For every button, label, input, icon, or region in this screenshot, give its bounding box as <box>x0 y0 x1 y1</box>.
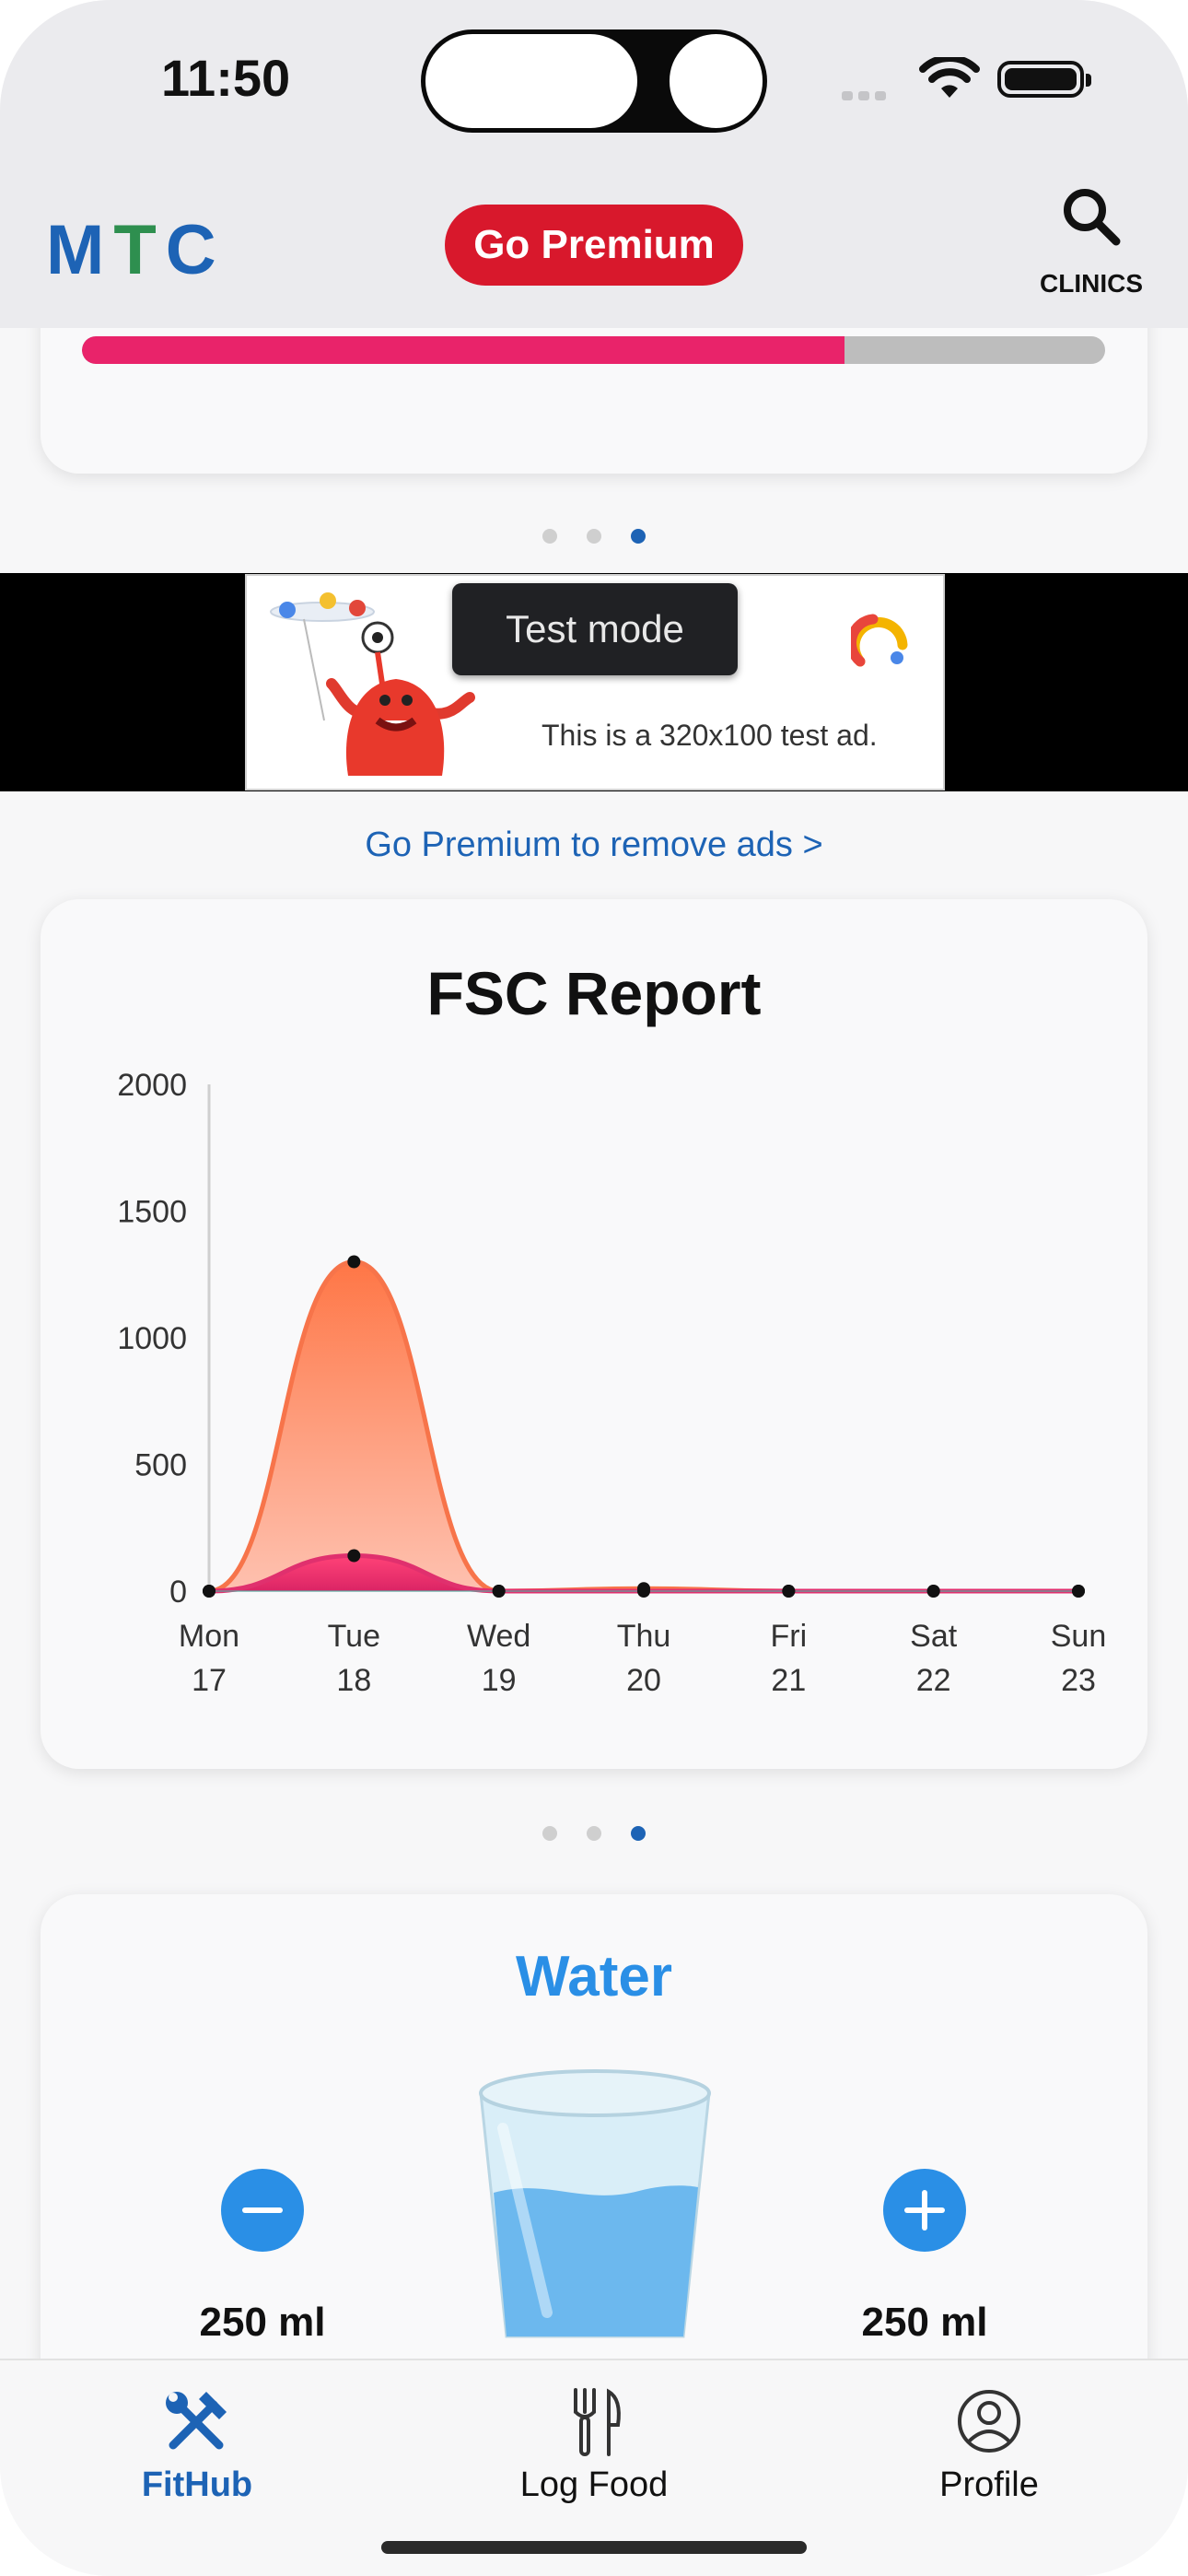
cellular-signal-icon <box>842 88 904 100</box>
increase-water-button[interactable] <box>883 2169 966 2252</box>
tab-fithub[interactable]: FitHub <box>68 2360 326 2545</box>
ad-network-logo-icon <box>851 614 908 667</box>
app-logo: MTC <box>46 211 226 289</box>
tab-profile-label: Profile <box>939 2465 1039 2504</box>
tab-log-food-label: Log Food <box>519 2465 669 2504</box>
status-time: 11:50 <box>161 49 291 107</box>
x-tick-date: 19 <box>482 1663 517 1698</box>
x-tick-day: Thu <box>617 1619 671 1654</box>
tab-profile[interactable]: Profile <box>860 2360 1118 2545</box>
fsc-chart: 2000 1500 1000 500 0 Mon 17 Tue 18 Wed 19 Thu 20 Fri 2… <box>117 1068 1107 1698</box>
y-tick-label: 500 <box>134 1448 187 1483</box>
carousel-dots <box>0 529 1188 548</box>
decrease-water-button[interactable] <box>221 2169 304 2252</box>
carousel-dot-active[interactable] <box>631 529 646 544</box>
carousel-dot[interactable] <box>542 1826 557 1841</box>
tab-fithub-label: FitHub <box>141 2465 253 2504</box>
progress-bar <box>82 336 1105 364</box>
y-tick-label: 1000 <box>117 1321 187 1356</box>
y-tick-label: 2000 <box>117 1068 187 1103</box>
island-left-pill <box>425 34 637 128</box>
water-glass-icon <box>479 2069 711 2338</box>
x-tick-day: Tue <box>328 1619 380 1654</box>
progress-bar-fill <box>82 336 844 364</box>
wifi-icon <box>919 57 980 98</box>
data-point <box>347 1549 361 1563</box>
data-point <box>926 1585 940 1598</box>
profile-icon <box>958 2390 1020 2453</box>
water-title: Water <box>516 1945 672 2008</box>
x-tick-date: 23 <box>1061 1663 1096 1698</box>
remove-ads-link[interactable]: Go Premium to remove ads > <box>0 825 1188 865</box>
dynamic-island <box>421 29 767 133</box>
x-tick-day: Wed <box>467 1619 530 1654</box>
data-point <box>782 1585 796 1598</box>
data-point <box>492 1585 506 1598</box>
y-tick-label: 0 <box>169 1575 187 1610</box>
tab-log-food[interactable]: Log Food <box>465 2360 723 2545</box>
data-point <box>637 1585 650 1598</box>
carousel-dot[interactable] <box>542 529 557 544</box>
fork-knife-icon <box>574 2388 621 2456</box>
carousel-dot[interactable] <box>587 1826 601 1841</box>
data-point <box>203 1585 215 1598</box>
x-tick-date: 20 <box>626 1663 661 1698</box>
ad-text: This is a 320x100 test ad. <box>542 719 878 752</box>
x-tick-date: 18 <box>336 1663 371 1698</box>
carousel-dot[interactable] <box>587 529 601 544</box>
x-tick-date: 21 <box>771 1663 806 1698</box>
y-tick-label: 1500 <box>117 1195 187 1230</box>
x-tick-day: Sat <box>910 1619 958 1654</box>
phone-screen: 11:50 MTC Go Premium CLINICS Test mode T… <box>0 0 1188 2576</box>
x-tick-date: 17 <box>192 1663 227 1698</box>
series-area <box>209 1261 1078 1591</box>
x-tick-date: 22 <box>916 1663 951 1698</box>
chart-carousel-dots <box>0 1826 1188 1845</box>
data-point <box>1072 1585 1085 1598</box>
battery-icon <box>997 61 1091 98</box>
increase-amount-label: 250 ml <box>861 2300 988 2345</box>
x-tick-day: Mon <box>179 1619 239 1654</box>
test-mode-tooltip: Test mode <box>452 583 738 675</box>
search-icon[interactable] <box>1061 186 1122 247</box>
go-premium-button[interactable]: Go Premium <box>445 205 743 286</box>
x-tick-day: Fri <box>771 1619 808 1654</box>
fsc-report-card: FSC Report 2000 1500 1000 500 0 Mon 17 Tue 18 Wed… <box>41 899 1147 1769</box>
home-indicator <box>381 2541 807 2554</box>
decrease-amount-label: 250 ml <box>199 2300 326 2345</box>
top-bar: 11:50 MTC Go Premium CLINICS <box>0 0 1188 328</box>
clinics-label[interactable]: CLINICS <box>1031 269 1151 299</box>
island-right-pill <box>670 34 763 128</box>
carousel-dot-active[interactable] <box>631 1826 646 1841</box>
tools-icon <box>166 2392 227 2450</box>
x-tick-day: Sun <box>1051 1619 1107 1654</box>
data-point <box>347 1255 361 1269</box>
